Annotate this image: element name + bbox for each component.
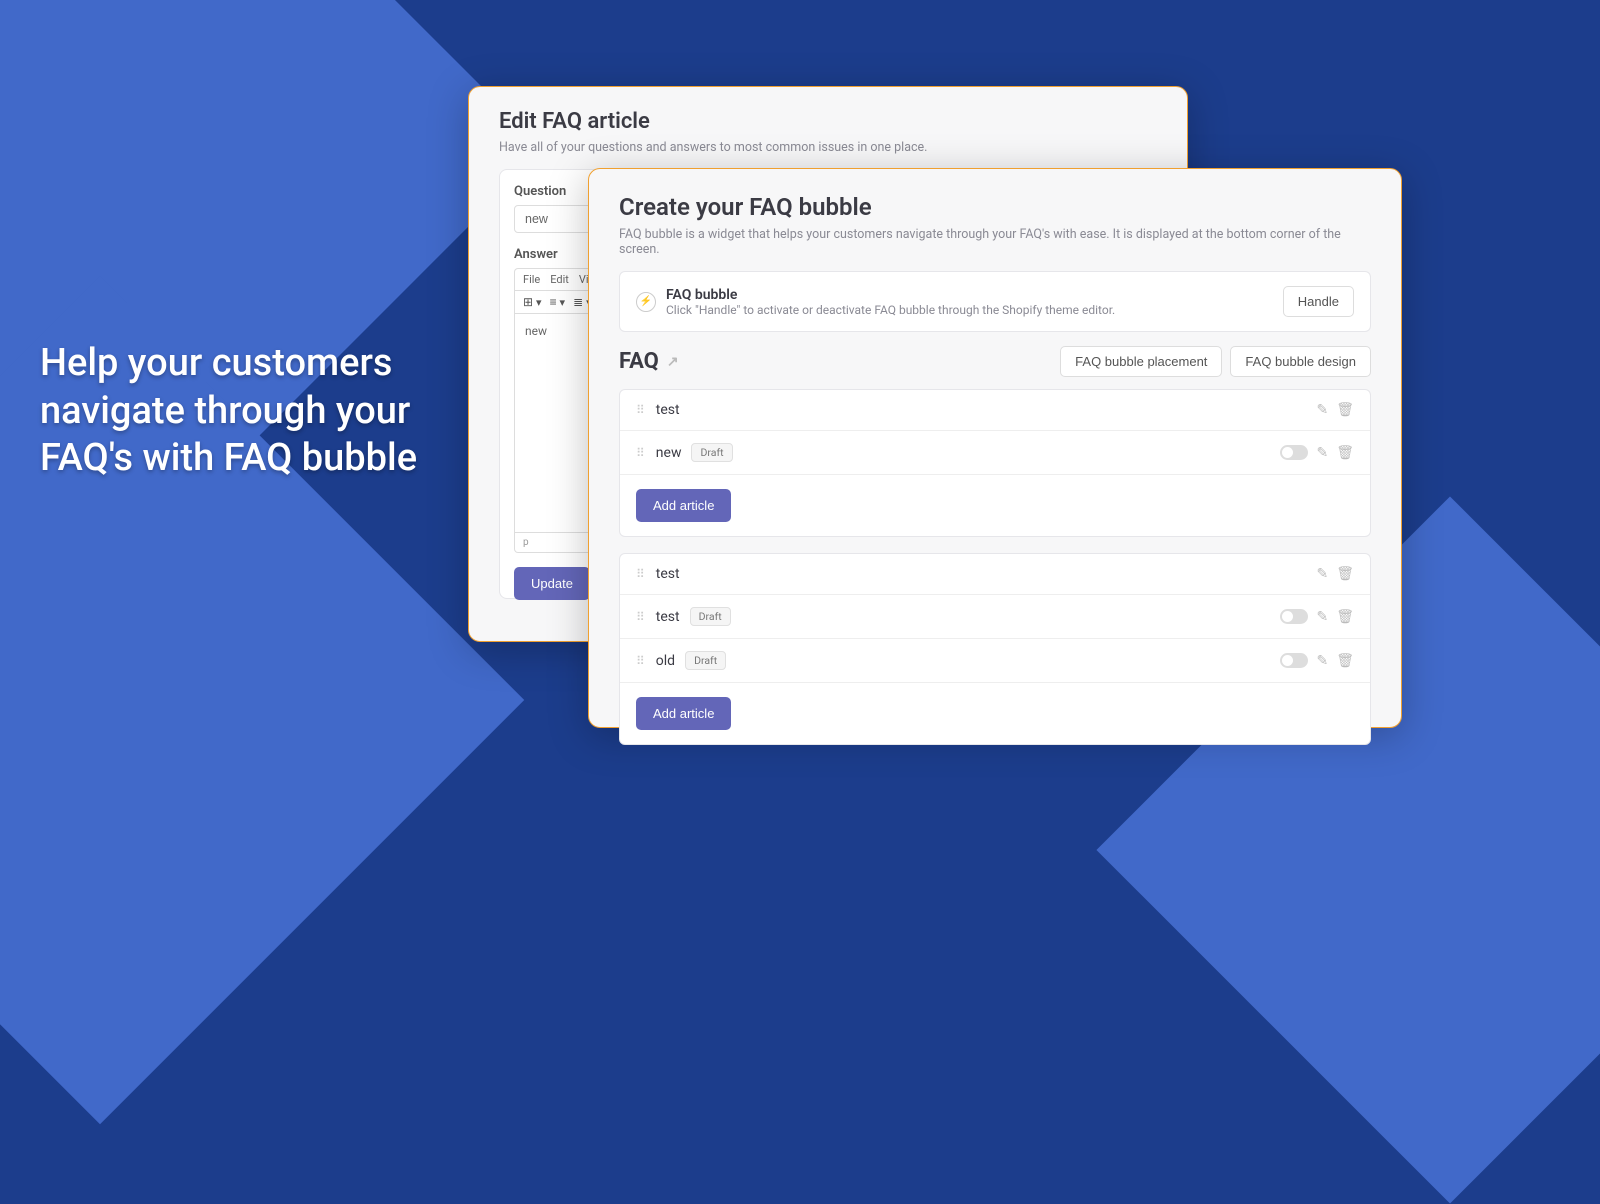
marketing-headline: Help your customers navigate through you… bbox=[40, 340, 460, 483]
faq-group: ⠿ test ✎ 🗑 ⠿ test Draft ✎ 🗑 ⠿ old Draft bbox=[619, 553, 1371, 745]
faq-group: ⠿ test ✎ 🗑 ⠿ new Draft ✎ 🗑 Add article bbox=[619, 389, 1371, 537]
list-ordered-icon[interactable]: ≡ ▾ bbox=[550, 295, 566, 309]
faq-article-row: ⠿ new Draft ✎ 🗑 bbox=[620, 431, 1370, 475]
external-link-icon[interactable]: ↗ bbox=[667, 354, 679, 370]
edit-icon[interactable]: ✎ bbox=[1316, 445, 1328, 461]
draft-badge: Draft bbox=[685, 651, 726, 670]
faq-article-row: ⠿ old Draft ✎ 🗑 bbox=[620, 639, 1370, 683]
menu-file[interactable]: File bbox=[523, 273, 540, 286]
edit-icon[interactable]: ✎ bbox=[1316, 653, 1328, 669]
draft-badge: Draft bbox=[690, 607, 731, 626]
faq-article-row: ⠿ test Draft ✎ 🗑 bbox=[620, 595, 1370, 639]
create-bubble-title: Create your FAQ bubble bbox=[619, 193, 1371, 221]
create-bubble-card: Create your FAQ bubble FAQ bubble is a w… bbox=[588, 168, 1402, 728]
trash-icon[interactable]: 🗑 bbox=[1336, 566, 1354, 582]
trash-icon[interactable]: 🗑 bbox=[1336, 609, 1354, 625]
trash-icon[interactable]: 🗑 bbox=[1336, 402, 1354, 418]
widget-desc: Click "Handle" to activate or deactivate… bbox=[666, 303, 1283, 317]
edit-faq-subtitle: Have all of your questions and answers t… bbox=[499, 140, 1157, 155]
edit-icon[interactable]: ✎ bbox=[1316, 566, 1328, 582]
widget-name: FAQ bubble bbox=[666, 287, 1283, 303]
edit-faq-title: Edit FAQ article bbox=[499, 109, 1157, 134]
trash-icon[interactable]: 🗑 bbox=[1336, 653, 1354, 669]
faq-article-name: new bbox=[656, 445, 682, 461]
faq-group-name: test bbox=[656, 402, 680, 418]
design-button[interactable]: FAQ bubble design bbox=[1230, 346, 1371, 377]
handle-button[interactable]: Handle bbox=[1283, 286, 1354, 317]
edit-icon[interactable]: ✎ bbox=[1316, 402, 1328, 418]
create-bubble-subtitle: FAQ bubble is a widget that helps your c… bbox=[619, 227, 1371, 257]
faq-group-header: ⠿ test ✎ 🗑 bbox=[620, 390, 1370, 431]
faq-group-name: test bbox=[656, 566, 680, 582]
faq-article-name: old bbox=[656, 653, 675, 669]
add-article-button[interactable]: Add article bbox=[636, 489, 731, 522]
lightning-icon: ⚡ bbox=[636, 292, 656, 312]
publish-toggle[interactable] bbox=[1280, 653, 1308, 668]
drag-handle-icon[interactable]: ⠿ bbox=[636, 446, 644, 460]
faq-article-name: test bbox=[656, 609, 680, 625]
table-icon[interactable]: ⊞ ▾ bbox=[523, 295, 542, 309]
widget-info-box: ⚡ FAQ bubble Click "Handle" to activate … bbox=[619, 271, 1371, 332]
add-article-button[interactable]: Add article bbox=[636, 697, 731, 730]
edit-icon[interactable]: ✎ bbox=[1316, 609, 1328, 625]
drag-handle-icon[interactable]: ⠿ bbox=[636, 567, 644, 581]
drag-handle-icon[interactable]: ⠿ bbox=[636, 654, 644, 668]
placement-button[interactable]: FAQ bubble placement bbox=[1060, 346, 1222, 377]
faq-section-title: FAQ bbox=[619, 349, 659, 374]
update-button[interactable]: Update bbox=[514, 567, 590, 600]
faq-group-header: ⠿ test ✎ 🗑 bbox=[620, 554, 1370, 595]
publish-toggle[interactable] bbox=[1280, 445, 1308, 460]
drag-handle-icon[interactable]: ⠿ bbox=[636, 610, 644, 624]
drag-handle-icon[interactable]: ⠿ bbox=[636, 403, 644, 417]
menu-edit[interactable]: Edit bbox=[550, 273, 569, 286]
draft-badge: Draft bbox=[691, 443, 732, 462]
publish-toggle[interactable] bbox=[1280, 609, 1308, 624]
trash-icon[interactable]: 🗑 bbox=[1336, 445, 1354, 461]
